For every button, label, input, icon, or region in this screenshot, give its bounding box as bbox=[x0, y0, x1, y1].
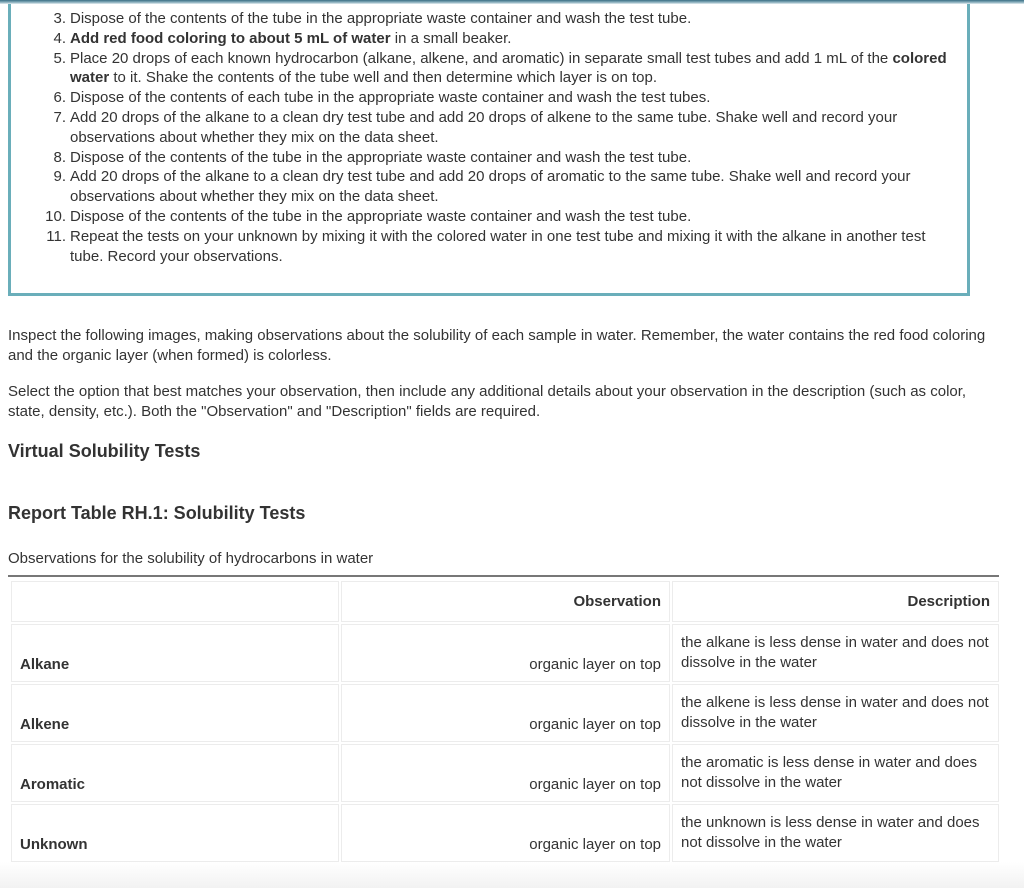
table-row: Unknown organic layer on top the unknown… bbox=[11, 804, 999, 862]
step-number: 6. bbox=[53, 89, 66, 107]
table-row: Aromatic organic layer on top the aromat… bbox=[11, 744, 999, 802]
bottom-scroll-fade bbox=[0, 862, 1024, 888]
step-text: Repeat the tests on your unknown by mixi… bbox=[70, 227, 926, 265]
description-field[interactable]: the aromatic is less dense in water and … bbox=[672, 744, 999, 802]
procedure-box: 3. Dispose of the contents of the tube in… bbox=[8, 0, 970, 296]
table-caption: Observations for the solubility of hydro… bbox=[8, 550, 374, 567]
row-label-alkane: Alkane bbox=[11, 624, 339, 682]
step-text: Dispose of the contents of each tube in … bbox=[70, 89, 711, 107]
procedure-step: 8. Dispose of the contents of the tube in… bbox=[11, 148, 950, 168]
step-number: 9. bbox=[53, 168, 66, 186]
top-scroll-shadow bbox=[0, 0, 1024, 4]
step-text: Dispose of the contents of the tube in t… bbox=[70, 148, 692, 166]
step-text: Dispose of the contents of the tube in t… bbox=[70, 207, 692, 225]
step-text: Add 20 drops of the alkane to a clean dr… bbox=[70, 168, 911, 206]
procedure-steps-list: 3. Dispose of the contents of the tube in… bbox=[11, 9, 950, 266]
description-field[interactable]: the unknown is less dense in water and d… bbox=[672, 804, 999, 862]
procedure-step: 5. Place 20 drops of each known hydrocarb… bbox=[11, 49, 950, 89]
description-field[interactable]: the alkane is less dense in water and do… bbox=[672, 624, 999, 682]
step-number: 7. bbox=[53, 108, 66, 126]
row-label-aromatic: Aromatic bbox=[11, 744, 339, 802]
step-text: to it. Shake the contents of the tube we… bbox=[109, 69, 658, 87]
step-number: 11. bbox=[46, 227, 66, 245]
header-observation: Observation bbox=[341, 581, 670, 622]
table-header-row: Observation Description bbox=[11, 581, 999, 622]
procedure-step: 7. Add 20 drops of the alkane to a clean … bbox=[11, 108, 950, 148]
solubility-table: Observation Description Alkane organic l… bbox=[9, 579, 1001, 864]
select-instructions: Select the option that best matches your… bbox=[8, 383, 967, 420]
row-label-alkene: Alkene bbox=[11, 684, 339, 742]
step-text: in a small beaker. bbox=[390, 29, 512, 47]
virtual-tests-heading: Virtual Solubility Tests bbox=[8, 441, 201, 461]
procedure-step: 9. Add 20 drops of the alkane to a clean … bbox=[11, 167, 950, 207]
inspect-instructions: Inspect the following images, making obs… bbox=[8, 327, 986, 364]
table-row: Alkene organic layer on top the alkene i… bbox=[11, 684, 999, 742]
header-description: Description bbox=[672, 581, 999, 622]
observation-select[interactable]: organic layer on top bbox=[341, 684, 670, 742]
observation-select[interactable]: organic layer on top bbox=[341, 744, 670, 802]
report-table-heading: Report Table RH.1: Solubility Tests bbox=[8, 503, 306, 523]
table-top-rule bbox=[8, 575, 999, 577]
observation-select[interactable]: organic layer on top bbox=[341, 804, 670, 862]
step-number: 5. bbox=[53, 49, 66, 67]
step-text-bold: Add red food coloring to about 5 mL of w… bbox=[70, 29, 391, 47]
step-text: Dispose of the contents of the tube in t… bbox=[70, 10, 692, 27]
procedure-step: 6. Dispose of the contents of each tube i… bbox=[11, 88, 950, 108]
procedure-step: 4. Add red food coloring to about 5 mL of… bbox=[11, 29, 950, 49]
step-number: 4. bbox=[53, 29, 66, 47]
table-row: Alkane organic layer on top the alkane i… bbox=[11, 624, 999, 682]
step-number: 3. bbox=[53, 10, 66, 27]
step-text: Place 20 drops of each known hydrocarbon… bbox=[70, 49, 893, 67]
procedure-step: 11. Repeat the tests on your unknown by m… bbox=[11, 227, 950, 267]
header-blank bbox=[11, 581, 339, 622]
step-number: 10. bbox=[45, 207, 66, 225]
row-label-unknown: Unknown bbox=[11, 804, 339, 862]
procedure-step: 10. Dispose of the contents of the tube i… bbox=[11, 207, 950, 227]
procedure-step: 3. Dispose of the contents of the tube in… bbox=[11, 9, 950, 29]
step-text: Add 20 drops of the alkane to a clean dr… bbox=[70, 108, 898, 146]
step-number: 8. bbox=[53, 148, 66, 166]
observation-select[interactable]: organic layer on top bbox=[341, 624, 670, 682]
description-field[interactable]: the alkene is less dense in water and do… bbox=[672, 684, 999, 742]
